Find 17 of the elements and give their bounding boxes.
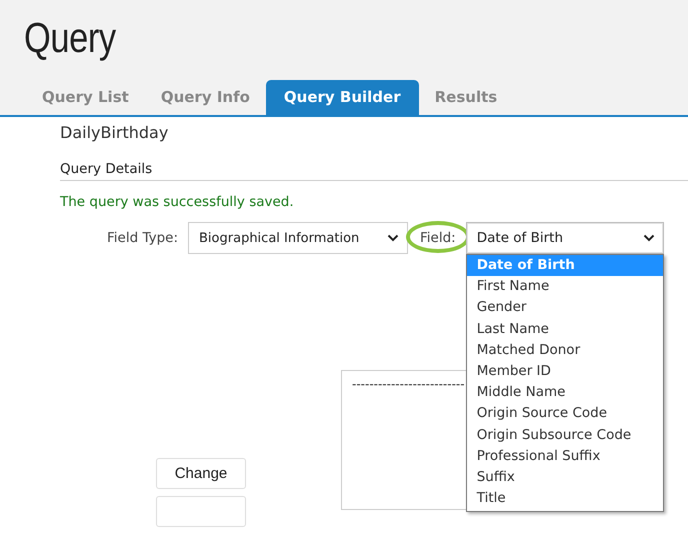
dropdown[interactable]: Date of Birth <box>466 222 664 254</box>
dropdown[interactable]: Biographical Information <box>188 222 408 254</box>
chevron-down-icon <box>642 234 655 242</box>
tab[interactable]: Query Builder <box>266 80 419 115</box>
section-title: Query Details <box>60 161 688 181</box>
chevron-down-icon <box>387 234 400 242</box>
change-button[interactable]: Change <box>156 458 246 489</box>
success-message: The query was successfully saved. <box>60 194 295 210</box>
field-label: Field Type: <box>107 230 178 246</box>
button[interactable] <box>156 496 246 527</box>
query-name: DailyBirthday <box>60 123 170 144</box>
page-title: Query <box>24 14 117 63</box>
dropdown-option[interactable]: First Name <box>466 276 663 298</box>
dropdown-option[interactable]: Gender <box>466 297 663 319</box>
dropdown-option[interactable]: Matched Donor <box>466 340 663 361</box>
dropdown-option[interactable]: Last Name <box>466 318 663 340</box>
field-label: Field: <box>420 230 456 246</box>
